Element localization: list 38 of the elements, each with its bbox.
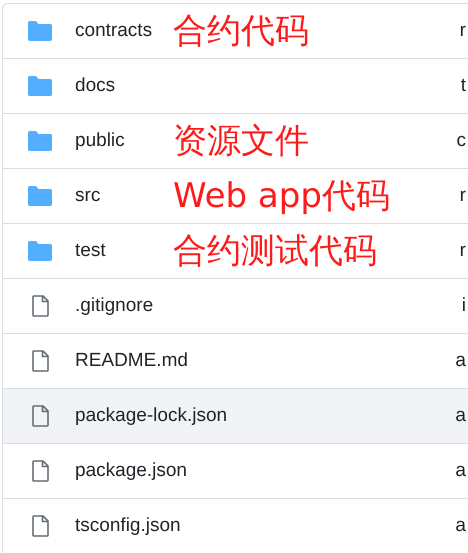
annotation-text: Web app代码 [173,176,390,216]
commit-message-text[interactable]: a [455,512,466,540]
commit-message-text[interactable]: a [455,456,466,486]
file-name-link[interactable]: .gitignore [75,294,154,316]
folder-icon [27,130,53,152]
commit-message-text[interactable]: r [460,16,466,46]
commit-message-text[interactable]: t [460,72,466,100]
folder-icon [27,185,53,207]
commit-message-text[interactable]: r [460,182,466,210]
file-name-link[interactable]: package.json [75,460,187,481]
folder-name-link[interactable]: contracts [75,20,152,41]
commit-message-text[interactable]: a [455,346,466,376]
folder-icon [27,20,53,42]
annotation-text: 合约代码 [173,11,309,51]
commit-message-text[interactable]: c [456,126,466,156]
folder-icon [27,75,53,97]
commit-message-text[interactable]: a [455,402,466,430]
file-row[interactable]: src Web app代码 r [3,168,468,223]
annotation-text: 合约测试代码 [173,231,377,271]
folder-name-link[interactable]: public [75,130,125,151]
commit-message-text[interactable]: r [460,236,466,266]
folder-icon [27,240,53,262]
file-row[interactable]: package.json a [3,443,468,498]
file-row[interactable]: tsconfig.json a [3,498,468,553]
folder-name-link[interactable]: test [75,240,106,261]
annotation-text: 资源文件 [173,121,309,161]
file-row[interactable]: docs t [3,58,468,113]
file-row[interactable]: test 合约测试代码 r [3,223,468,278]
file-row[interactable]: public 资源文件 c [3,113,468,168]
file-row[interactable]: .gitignore i [3,278,468,333]
file-name-link[interactable]: package-lock.json [75,404,228,426]
folder-name-link[interactable]: docs [75,74,116,96]
commit-message-text[interactable]: i [462,292,466,320]
folder-name-link[interactable]: src [75,184,100,206]
highlighted-file-row[interactable]: package-lock.json a [3,388,468,443]
file-name-link[interactable]: README.md [75,350,188,371]
file-row[interactable]: contracts 合约代码 r [3,4,468,58]
file-name-link[interactable]: tsconfig.json [75,514,181,536]
